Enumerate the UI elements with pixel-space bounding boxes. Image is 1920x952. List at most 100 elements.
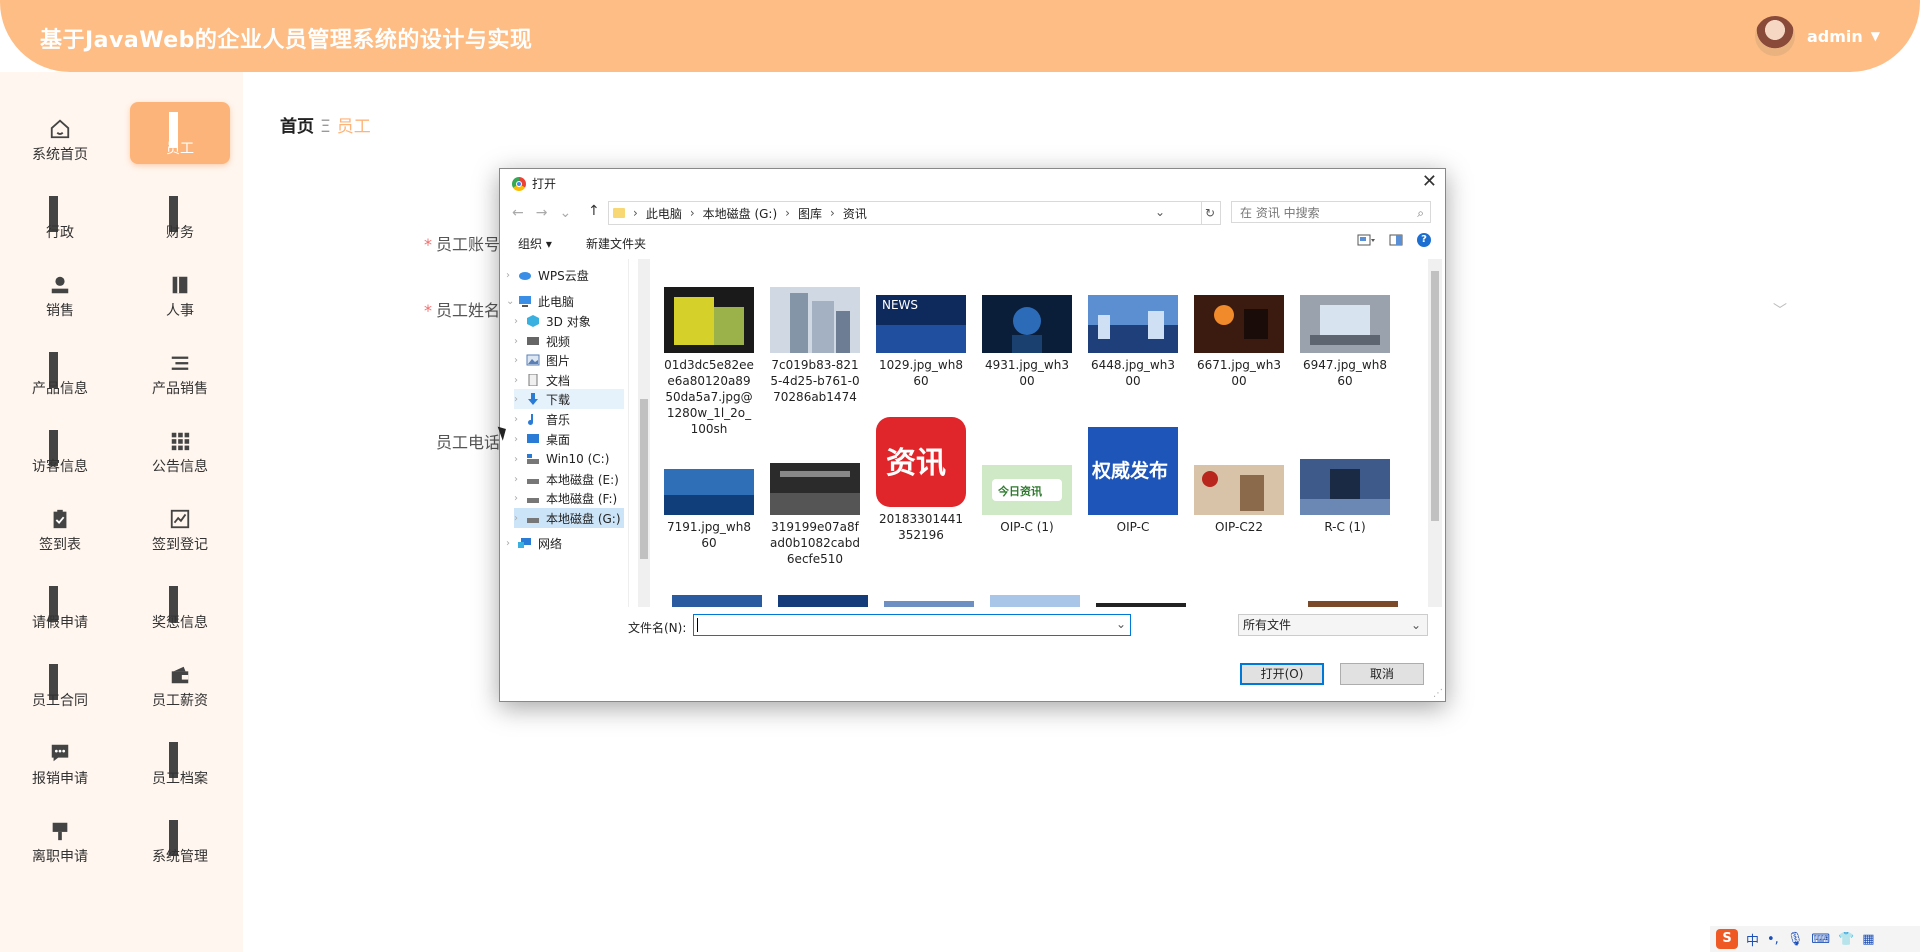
sidebar-item-product-info[interactable]: 产品信息	[10, 342, 110, 404]
tree-item-drive-e[interactable]: › 本地磁盘 (E:)	[514, 469, 619, 489]
file-item[interactable]: 6448.jpg_wh300	[1088, 295, 1178, 389]
tree-item-downloads[interactable]: › 下载	[514, 389, 624, 409]
sidebar-item-signin-register[interactable]: 签到登记	[130, 498, 230, 560]
thumbnail-partial[interactable]	[672, 595, 762, 607]
file-item[interactable]: 319199e07a8fad0b1082cabd6ecfe510	[770, 463, 860, 567]
sidebar-item-salary[interactable]: 员工薪资	[130, 654, 230, 716]
sogou-logo-icon[interactable]: S	[1716, 929, 1738, 949]
organize-button[interactable]: 组织 ▾	[518, 235, 552, 252]
chevron-down-icon[interactable]: ﹀	[1773, 300, 1787, 320]
path-segment[interactable]: 图库	[798, 205, 822, 222]
sidebar-item-reward[interactable]: 奖惩信息	[130, 576, 230, 638]
file-item[interactable]: 7c019b83-8215-4d25-b761-070286ab1474	[770, 287, 860, 405]
up-arrow-icon[interactable]: ↑	[588, 203, 600, 219]
file-item[interactable]: 今日资讯 OIP-C (1)	[982, 465, 1072, 535]
sidebar-item-contract[interactable]: 员工合同	[10, 654, 110, 716]
dialog-titlebar: 打开	[512, 175, 556, 192]
tree-item-drive-c[interactable]: › Win10 (C:)	[514, 449, 609, 469]
sidebar-item-label: 财务	[166, 225, 194, 241]
file-item[interactable]: 4931.jpg_wh300	[982, 295, 1072, 389]
tree-item-drive-g[interactable]: › 本地磁盘 (G:)	[514, 508, 624, 528]
sidebar-item-product-sales[interactable]: 产品销售	[130, 342, 230, 404]
file-item[interactable]: 6671.jpg_wh300	[1194, 295, 1284, 389]
sidebar-item-sales[interactable]: 销售	[10, 264, 110, 326]
view-mode-icon[interactable]	[1357, 234, 1375, 246]
sidebar-item-resign[interactable]: 离职申请	[10, 810, 110, 872]
file-item[interactable]: 01d3dc5e82eee6a80120a8950da5a7.jpg@1280w…	[664, 287, 754, 437]
sidebar-item-leave[interactable]: 请假申请	[10, 576, 110, 638]
sidebar-item-admin[interactable]: 行政	[10, 186, 110, 248]
grid-icon	[169, 742, 191, 778]
tree-item-network[interactable]: › 网络	[506, 533, 562, 553]
username[interactable]: admin	[1807, 27, 1863, 46]
path-segment[interactable]: 资讯	[843, 205, 867, 222]
resize-grip-icon[interactable]: ⋰	[1433, 688, 1443, 699]
filename-input[interactable]: ⌄	[693, 614, 1131, 636]
file-name: OIP-C (1)	[1000, 520, 1054, 534]
tree-item-desktop[interactable]: › 桌面	[514, 429, 570, 449]
caret-down-icon[interactable]: ▼	[1871, 29, 1880, 43]
sidebar-item-home[interactable]: 系统首页	[10, 108, 110, 170]
filetype-select[interactable]: 所有文件 ⌄	[1238, 614, 1428, 636]
search-input[interactable]: 在 资讯 中搜索 ⌕	[1231, 201, 1431, 223]
tree-scrollbar[interactable]	[638, 259, 650, 607]
microphone-icon[interactable]: 🎙	[1787, 932, 1804, 947]
file-item[interactable]: NEWS 1029.jpg_wh860	[876, 295, 966, 389]
app-title: 基于JavaWeb的企业人员管理系统的设计与实现	[40, 28, 533, 53]
cancel-button[interactable]: 取消	[1340, 663, 1424, 685]
chevron-down-icon[interactable]: ⌄	[1116, 617, 1126, 631]
thumbnail-partial[interactable]	[884, 601, 974, 607]
tree-item-wps[interactable]: › WPS云盘	[506, 265, 589, 285]
sidebar-item-employee[interactable]: 员工	[130, 102, 230, 164]
tree-item-music[interactable]: › 音乐	[514, 409, 570, 429]
scrollbar-thumb[interactable]	[640, 399, 648, 559]
scrollbar-thumb[interactable]	[1431, 271, 1439, 521]
file-item[interactable]: R-C (1)	[1300, 459, 1390, 535]
punctuation-icon[interactable]: •,	[1767, 932, 1779, 947]
sidebar-item-label: 签到登记	[152, 537, 208, 553]
tree-item-documents[interactable]: › 文档	[514, 370, 570, 390]
tree-item-this-pc[interactable]: ⌄ 此电脑	[506, 291, 574, 311]
thumbnail-partial[interactable]	[1096, 603, 1186, 607]
sidebar-item-reimburse[interactable]: 报销申请	[10, 732, 110, 794]
file-item[interactable]: 资讯 20183301441352196	[876, 417, 966, 543]
file-item[interactable]: OIP-C22	[1194, 465, 1284, 535]
address-bar[interactable]: › 此电脑 › 本地磁盘 (G:) › 图库 › 资讯 ⌄	[608, 201, 1202, 225]
sidebar-item-signin-table[interactable]: 签到表	[10, 498, 110, 560]
file-item[interactable]: 权威发布 OIP-C	[1088, 427, 1178, 535]
file-item[interactable]: 6947.jpg_wh860	[1300, 295, 1390, 389]
sidebar-item-system[interactable]: 系统管理	[130, 810, 230, 872]
tree-item-drive-f[interactable]: › 本地磁盘 (F:)	[514, 488, 617, 508]
help-icon[interactable]: ?	[1417, 233, 1431, 247]
avatar[interactable]	[1754, 16, 1795, 56]
open-button[interactable]: 打开(O)	[1240, 663, 1324, 685]
thumbnail-partial[interactable]	[1308, 601, 1398, 607]
skin-icon[interactable]: 👕	[1838, 932, 1854, 947]
sidebar-item-notice[interactable]: 公告信息	[130, 420, 230, 482]
thumbnail: 今日资讯	[982, 465, 1072, 515]
keyboard-icon[interactable]: ⌨	[1811, 932, 1830, 947]
user-menu[interactable]: admin ▼	[1754, 16, 1880, 56]
preview-pane-icon[interactable]	[1389, 234, 1403, 246]
path-segment[interactable]: 本地磁盘 (G:)	[703, 205, 778, 222]
sidebar-item-visitor[interactable]: 访客信息	[10, 420, 110, 482]
close-icon[interactable]: ✕	[1422, 171, 1437, 192]
file-grid-scrollbar[interactable]	[1428, 259, 1442, 607]
file-item[interactable]: 7191.jpg_wh860	[664, 469, 754, 551]
tree-item-video[interactable]: › 视频	[514, 331, 570, 351]
path-segment[interactable]: 此电脑	[646, 205, 682, 222]
new-folder-button[interactable]: 新建文件夹	[586, 235, 646, 252]
back-forward-icons[interactable]: ←→⌄	[512, 205, 583, 221]
sidebar-item-archive[interactable]: 员工档案	[130, 732, 230, 794]
breadcrumb-home[interactable]: 首页	[280, 117, 314, 137]
apps-icon[interactable]: ▦	[1862, 932, 1874, 947]
thumbnail-partial[interactable]	[990, 595, 1080, 607]
thumbnail-partial[interactable]	[778, 595, 868, 607]
ime-mode[interactable]: 中	[1746, 930, 1759, 949]
chevron-down-icon[interactable]: ⌄	[1155, 205, 1165, 219]
sidebar-item-finance[interactable]: 财务	[130, 186, 230, 248]
tree-item-3d[interactable]: › 3D 对象	[514, 311, 591, 331]
refresh-icon[interactable]: ↻	[1200, 201, 1221, 225]
sidebar-item-hr[interactable]: 人事	[130, 264, 230, 326]
tree-item-pictures[interactable]: › 图片	[514, 350, 570, 370]
